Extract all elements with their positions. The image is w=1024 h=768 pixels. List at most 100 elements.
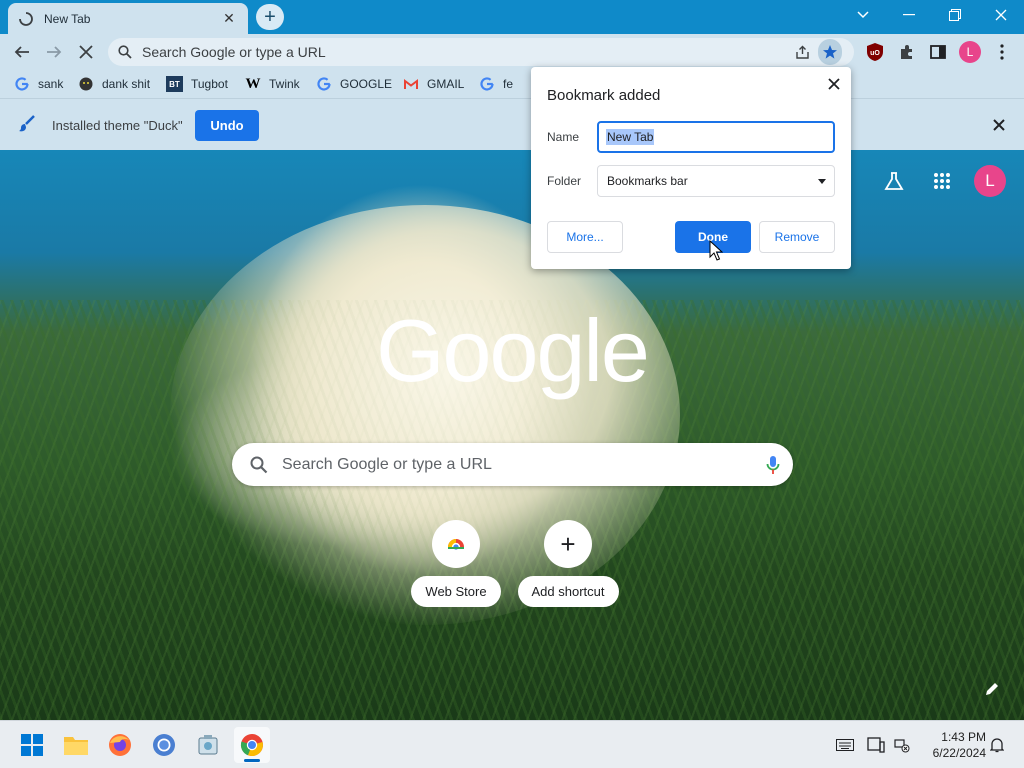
bookmark-label: Twink	[269, 77, 300, 91]
no-network-icon[interactable]	[892, 735, 912, 755]
close-icon[interactable]: ✕	[220, 10, 238, 28]
chrome-menu-button[interactable]	[988, 38, 1016, 66]
folder-select[interactable]: Bookmarks bar	[597, 165, 835, 197]
keyboard-icon[interactable]	[835, 735, 855, 755]
google-icon	[14, 76, 30, 92]
bookmark-label: fe	[503, 77, 514, 91]
taskbar-chrome[interactable]	[234, 727, 270, 763]
bookmarks-bar: sank dank shit BT Tugbot W Twink GOOGLE …	[0, 70, 1024, 98]
tablet-mode-icon[interactable]	[866, 735, 886, 755]
loading-icon	[18, 11, 34, 27]
omnibox-placeholder: Search Google or type a URL	[142, 44, 326, 60]
star-icon	[818, 39, 842, 65]
remove-button[interactable]: Remove	[759, 221, 835, 253]
clock-date: 6/22/2024	[932, 746, 986, 760]
flask-icon	[884, 172, 904, 190]
svg-text:uO: uO	[870, 50, 880, 57]
google-apps-button[interactable]	[928, 165, 956, 197]
close-icon[interactable]	[988, 114, 1010, 136]
bookmark-item[interactable]: sank	[14, 74, 63, 94]
labs-button[interactable]	[880, 165, 908, 197]
ntp-search-placeholder: Search Google or type a URL	[282, 455, 492, 473]
folder-label: Folder	[547, 174, 582, 188]
bookmark-label: dank shit	[102, 77, 151, 91]
google-icon	[479, 76, 495, 92]
windows-start-icon	[21, 734, 43, 756]
bookmark-item[interactable]: GOOGLE	[316, 74, 392, 94]
shortcut-label: Web Store	[411, 576, 501, 607]
new-tab-page-background	[0, 150, 1024, 720]
folder-value: Bookmarks bar	[607, 174, 688, 188]
tab-strip: New Tab ✕ +	[0, 0, 1024, 34]
ntp-search-box[interactable]: Search Google or type a URL	[232, 443, 793, 486]
bookmark-star-button[interactable]	[818, 38, 842, 66]
more-button[interactable]: More...	[547, 221, 623, 253]
profile-button[interactable]: L	[956, 38, 984, 66]
bookmark-name-input[interactable]: New Tab	[597, 121, 835, 153]
shortcut-web-store[interactable]: Web Store	[400, 520, 512, 607]
caret-down-icon	[818, 179, 826, 184]
tab-new-tab[interactable]: New Tab ✕	[8, 3, 248, 34]
omnibox[interactable]: Search Google or type a URL	[108, 38, 854, 66]
ntp-profile-button[interactable]: L	[973, 165, 1007, 197]
side-panel-icon	[930, 45, 946, 59]
bt-icon: BT	[166, 76, 183, 92]
toolbar: Search Google or type a URL uO L	[0, 34, 1024, 70]
app-icon	[198, 735, 218, 755]
cat-icon	[78, 76, 94, 92]
tab-search-button[interactable]	[840, 0, 886, 30]
bookmark-label: Tugbot	[191, 77, 228, 91]
infobar-message: Installed theme "Duck"	[52, 118, 183, 133]
undo-button[interactable]: Undo	[195, 110, 259, 141]
taskbar-app[interactable]	[190, 727, 226, 763]
bookmark-item[interactable]: dank shit	[78, 74, 150, 94]
clock-time: 1:43 PM	[941, 730, 986, 744]
bookmark-item[interactable]: GMAIL	[403, 74, 464, 94]
stop-button[interactable]	[72, 38, 100, 66]
chrome-icon	[240, 734, 263, 757]
chrome-web-store-icon	[432, 520, 480, 568]
minimize-icon	[903, 14, 915, 16]
bookmark-label: GMAIL	[427, 77, 465, 91]
stop-icon	[79, 45, 93, 59]
share-icon[interactable]	[790, 38, 814, 66]
ublock-extension-button[interactable]: uO	[861, 38, 889, 66]
taskbar-file-explorer[interactable]	[58, 727, 94, 763]
taskbar-chromium[interactable]	[146, 727, 182, 763]
shortcut-add[interactable]: + Add shortcut	[512, 520, 624, 607]
bookmark-label: GOOGLE	[340, 77, 393, 91]
chevron-down-icon	[857, 11, 869, 19]
taskbar-firefox[interactable]	[102, 727, 138, 763]
notifications-bell-icon[interactable]	[987, 735, 1007, 755]
new-tab-button[interactable]: +	[256, 4, 284, 30]
customize-chrome-button[interactable]	[980, 677, 1004, 701]
avatar: L	[974, 165, 1006, 197]
apps-grid-icon	[934, 173, 950, 189]
more-vert-icon	[1000, 44, 1004, 60]
minimize-button[interactable]	[886, 0, 932, 30]
bookmark-item[interactable]: BT Tugbot	[166, 74, 228, 94]
firefox-icon	[109, 734, 131, 756]
extensions-button[interactable]	[893, 38, 921, 66]
bookmark-item[interactable]: W Twink	[245, 74, 300, 94]
restore-button[interactable]	[932, 0, 978, 30]
microphone-icon[interactable]	[753, 455, 793, 475]
close-icon[interactable]	[823, 73, 845, 95]
back-button[interactable]	[8, 38, 36, 66]
dialog-title: Bookmark added	[547, 87, 661, 104]
gmail-icon	[403, 76, 419, 92]
bookmark-name-value: New Tab	[606, 129, 655, 145]
google-logo: Google	[376, 301, 650, 400]
forward-button[interactable]	[40, 38, 68, 66]
puzzle-icon	[901, 45, 912, 59]
bookmark-item[interactable]: fe	[479, 74, 513, 94]
arrow-left-icon	[14, 46, 29, 58]
pencil-icon	[986, 683, 998, 695]
side-panel-button[interactable]	[924, 38, 952, 66]
close-icon	[995, 9, 1007, 21]
system-clock[interactable]: 1:43 PM 6/22/2024	[920, 729, 986, 761]
close-window-button[interactable]	[978, 0, 1024, 30]
start-button[interactable]	[14, 727, 50, 763]
bookmark-label: sank	[38, 77, 64, 91]
arrow-right-icon	[47, 46, 62, 58]
